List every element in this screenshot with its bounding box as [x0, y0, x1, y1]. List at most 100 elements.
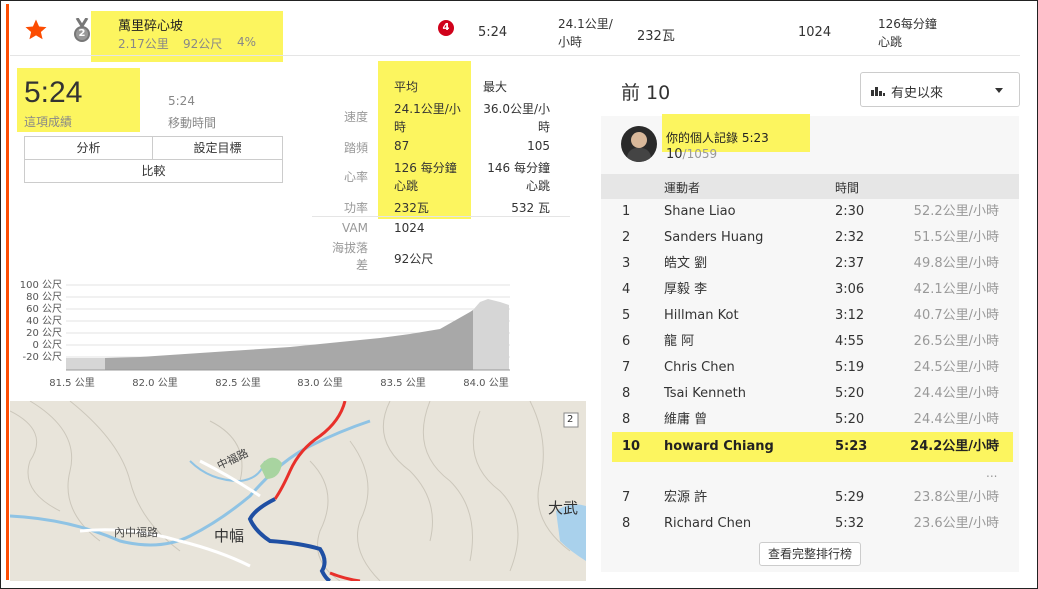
stat-avg-power: 232瓦 [394, 201, 429, 215]
row-time: 3:06 [835, 282, 865, 297]
row-athlete[interactable]: 龍 阿 [664, 329, 694, 355]
row-time: 2:32 [835, 230, 865, 245]
table-row[interactable]: 5 Hillman Kot 3:12 40.7公里/小時 [602, 303, 1019, 329]
row-athlete[interactable]: 厚毅 李 [664, 277, 707, 303]
row-athlete[interactable]: Chris Chen [664, 355, 735, 381]
table-row[interactable]: 8 Tsai Kenneth 5:20 24.4公里/小時 [602, 381, 1019, 407]
row-rank: 7 [622, 360, 631, 375]
row-hr: 126每分鐘心跳 [878, 17, 937, 49]
table-row[interactable]: 8 Richard Chen 5:32 23.6公里/小時 [602, 511, 1019, 537]
stat-label-power: 功率 [343, 201, 368, 215]
stat-label-elev: 海拔落差 [331, 241, 368, 272]
leaderboard-title: 前 10 [621, 82, 671, 104]
medal-icon: 2 [72, 17, 92, 44]
stat-avg-speed: 24.1公里/小時 [394, 102, 461, 134]
header-time: 時間 [835, 181, 860, 195]
accent-bar-top [6, 4, 9, 54]
segment-name[interactable]: 萬里碎心坡 [118, 15, 183, 34]
row-rank: 1 [622, 204, 631, 219]
row-pace: 24.5公里/小時 [913, 360, 999, 375]
elevation-chart[interactable]: 100 公尺 80 公尺 60 公尺 40 公尺 20 公尺 0 公尺 -20 … [10, 278, 520, 396]
y-tick-60: 60 公尺 [26, 303, 62, 315]
row-vam: 1024 [798, 25, 832, 40]
medal-rank: 2 [78, 28, 86, 39]
star-icon[interactable] [24, 18, 48, 42]
bar-chart-icon [871, 85, 885, 96]
moving-time: 5:24 [168, 94, 195, 108]
table-row[interactable]: 6 龍 阿 4:55 26.5公里/小時 [602, 329, 1019, 355]
effort-time: 5:24 [24, 76, 83, 109]
ellipsis: ... [986, 466, 998, 480]
elevation-post-area [473, 299, 509, 370]
row-pace: 42.1公里/小時 [913, 282, 999, 297]
y-tick-0: 0 公尺 [32, 339, 62, 351]
compare-button[interactable]: 比較 [24, 159, 283, 183]
leaderboard-filter-select[interactable]: 有史以來 [860, 72, 1020, 107]
row-time: 5:19 [835, 360, 865, 375]
row-pace: 40.7公里/小時 [913, 308, 999, 323]
map-label-dawu: 大武 [548, 499, 579, 517]
row-athlete[interactable]: howard Chiang [664, 432, 774, 462]
row-athlete[interactable]: Shane Liao [664, 199, 736, 225]
y-tick-80: 80 公尺 [26, 291, 62, 303]
stat-avg-vam: 1024 [394, 221, 425, 235]
row-time: 5:20 [835, 412, 865, 427]
pr-label: 你的個人記錄 5:23 [666, 131, 769, 145]
header-athlete: 運動者 [664, 181, 701, 195]
avg-header: 平均 [394, 80, 419, 94]
row-pace: 52.2公里/小時 [913, 204, 999, 219]
row-pace: 51.5公里/小時 [913, 230, 999, 245]
moving-time-label: 移動時間 [168, 116, 217, 130]
table-row[interactable]: 7 Chris Chen 5:19 24.5公里/小時 [602, 355, 1019, 381]
chevron-down-icon [995, 88, 1003, 93]
row-pace: 26.5公里/小時 [913, 334, 999, 349]
segment-elevation: 92公尺 [183, 37, 223, 51]
row-athlete[interactable]: 宏源 許 [664, 485, 707, 511]
row-athlete[interactable]: 皓文 劉 [664, 251, 707, 277]
map-label-inner-zhongfu: 內中福路 [114, 526, 158, 539]
row-rank: 8 [622, 386, 631, 401]
segment-distance: 2.17公里 [118, 37, 169, 51]
set-goal-button[interactable]: 設定目標 [152, 136, 283, 160]
elevation-pre-area [66, 358, 105, 370]
row-time: 2:30 [835, 204, 865, 219]
row-rank: 7 [622, 490, 631, 505]
stat-avg-hr: 126 每分鐘心跳 [394, 161, 457, 193]
table-row[interactable]: 4 厚毅 李 3:06 42.1公里/小時 [602, 277, 1019, 303]
route-map[interactable]: 2 中福路 內中福路 中幅 大武 [10, 401, 586, 581]
row-time: 5:32 [835, 516, 865, 531]
table-row[interactable]: 7 宏源 許 5:29 23.8公里/小時 [602, 485, 1019, 511]
table-row[interactable]: 8 維庸 曾 5:20 24.4公里/小時 [602, 407, 1019, 433]
stat-max-speed: 36.0公里/小時 [483, 102, 550, 134]
row-time: 4:55 [835, 334, 865, 349]
stat-avg-elev: 92公尺 [394, 252, 434, 266]
y-tick-40: 40 公尺 [26, 315, 62, 327]
row-rank: 5 [622, 308, 631, 323]
view-full-leaderboard-button[interactable]: 查看完整排行榜 [759, 542, 861, 566]
x-tick-82-0: 82.0 公里 [132, 377, 177, 389]
avatar[interactable] [621, 126, 657, 162]
row-athlete[interactable]: Tsai Kenneth [664, 381, 746, 407]
notification-badge[interactable]: 4 [438, 20, 454, 36]
table-row[interactable]: 1 Shane Liao 2:30 52.2公里/小時 [602, 199, 1019, 225]
row-athlete[interactable]: Richard Chen [664, 511, 751, 537]
row-pace: 49.8公里/小時 [913, 256, 999, 271]
x-tick-83-0: 83.0 公里 [297, 377, 342, 389]
stat-label-vam: VAM [341, 221, 368, 235]
analyze-button[interactable]: 分析 [24, 136, 153, 160]
row-time: 3:12 [835, 308, 865, 323]
stats-divider [312, 216, 570, 217]
stat-max-power: 532 瓦 [511, 201, 550, 215]
row-athlete[interactable]: 維庸 曾 [664, 407, 707, 433]
row-athlete[interactable]: Sanders Huang [664, 225, 763, 251]
row-athlete[interactable]: Hillman Kot [664, 303, 739, 329]
table-row-highlight[interactable]: 10 howard Chiang 5:23 24.2公里/小時 [612, 432, 1013, 462]
table-row[interactable]: 3 皓文 劉 2:37 49.8公里/小時 [602, 251, 1019, 277]
row-rank: 10 [622, 439, 641, 454]
elevation-area [105, 310, 473, 370]
stat-max-hr: 146 每分鐘心跳 [487, 161, 550, 193]
table-row[interactable]: 2 Sanders Huang 2:32 51.5公里/小時 [602, 225, 1019, 251]
row-time: 5:24 [478, 25, 508, 40]
row-rank: 2 [622, 230, 631, 245]
row-pace: 23.6公里/小時 [913, 516, 999, 531]
